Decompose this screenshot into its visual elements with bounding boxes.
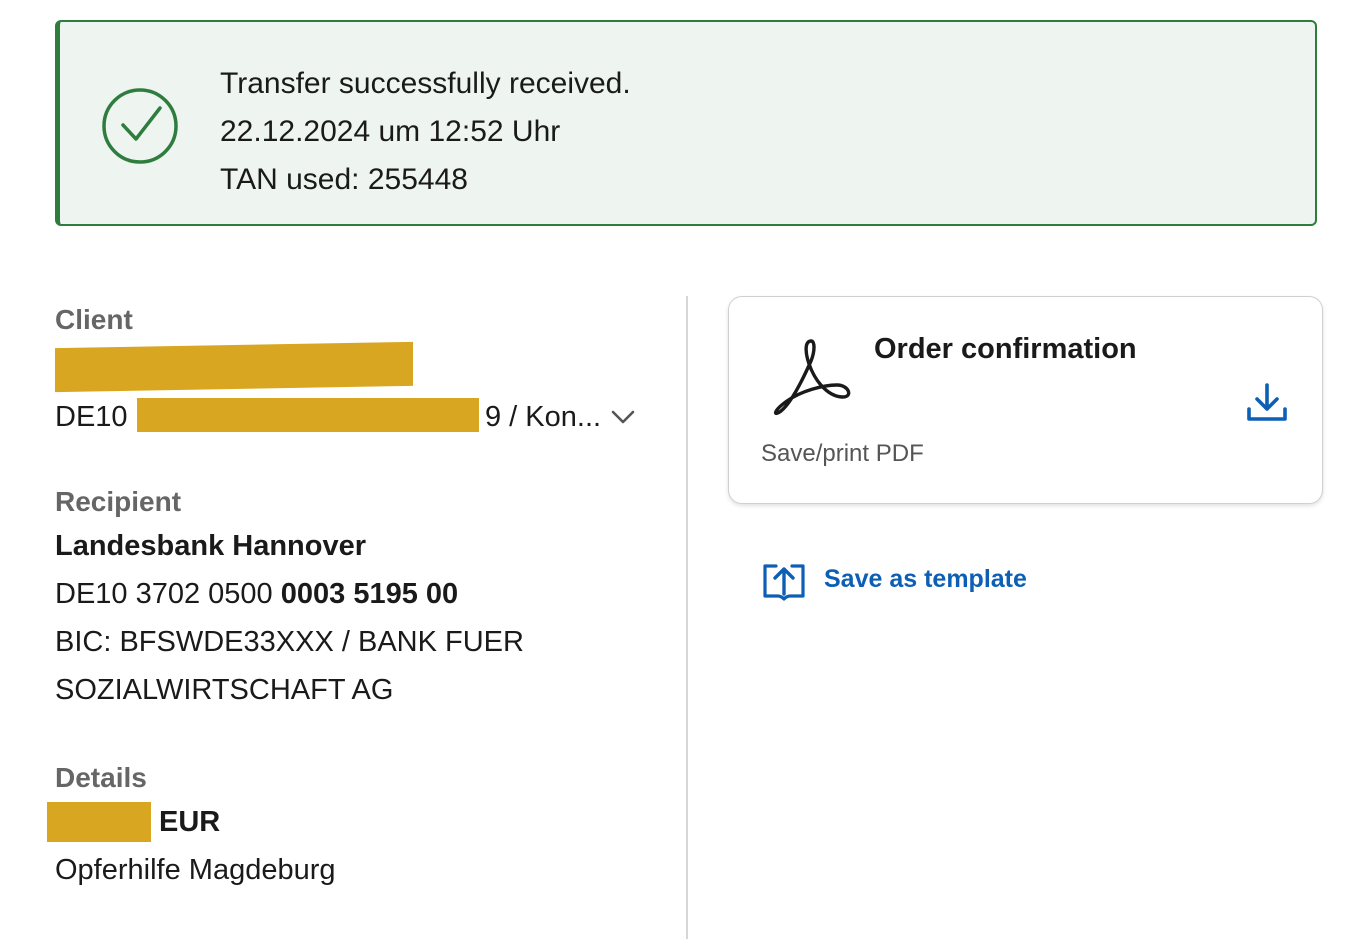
order-confirmation-subtitle: Save/print PDF [761, 440, 924, 467]
banner-status: Transfer successfully received. [220, 67, 631, 100]
column-divider [686, 296, 688, 939]
banner-text: Transfer successfully received. 22.12.20… [220, 60, 631, 204]
recipient-iban-end: 0003 5195 00 [280, 578, 459, 610]
redacted-amount [47, 802, 151, 842]
recipient-iban: DE10 3702 0500 0003 5195 00 [55, 570, 524, 618]
recipient-name: Landesbank Hannover [55, 530, 367, 562]
pdf-icon [773, 339, 851, 416]
book-upload-icon [763, 564, 805, 601]
recipient-label: Recipient [55, 486, 182, 517]
details-amount: EUR [47, 798, 336, 846]
save-as-template-label[interactable]: Save as template [824, 560, 1027, 598]
transfer-details: Client DE10 9 / Kon... Recipient Landesb… [47, 300, 655, 886]
chevron-down-icon[interactable] [607, 401, 639, 433]
success-banner: Transfer successfully received. 22.12.20… [55, 20, 1317, 226]
payment-reference: Opferhilfe Magdeburg [55, 854, 336, 886]
download-icon[interactable] [1245, 381, 1289, 425]
amount-currency: EUR [159, 806, 221, 838]
recipient-bic: BIC: BFSWDE33XXX / BANK FUER [55, 626, 524, 658]
details-label: Details [55, 762, 147, 793]
recipient-iban-start: DE10 3702 0500 [55, 578, 273, 610]
checkmark-circle-icon [102, 88, 178, 164]
client-account-select[interactable]: DE10 9 / Kon... [55, 393, 655, 441]
order-confirmation-title: Order confirmation [874, 333, 1137, 365]
redacted-client-iban [137, 398, 479, 432]
client-label: Client [55, 304, 133, 335]
recipient-bank-name: SOZIALWIRTSCHAFT AG [55, 674, 394, 706]
recipient-block: Recipient Landesbank Hannover DE10 3702 … [55, 482, 524, 714]
details-block: Details EUR Opferhilfe Magdeburg [47, 758, 336, 894]
client-iban-prefix: DE10 [55, 401, 128, 433]
order-confirmation-card[interactable]: Order confirmation Save/print PDF [728, 296, 1323, 504]
banner-datetime: 22.12.2024 um 12:52 Uhr [220, 115, 561, 148]
banner-tan: TAN used: 255448 [220, 163, 468, 196]
redacted-client-name [55, 341, 413, 393]
client-account-name: 9 / Kon... [485, 401, 602, 433]
